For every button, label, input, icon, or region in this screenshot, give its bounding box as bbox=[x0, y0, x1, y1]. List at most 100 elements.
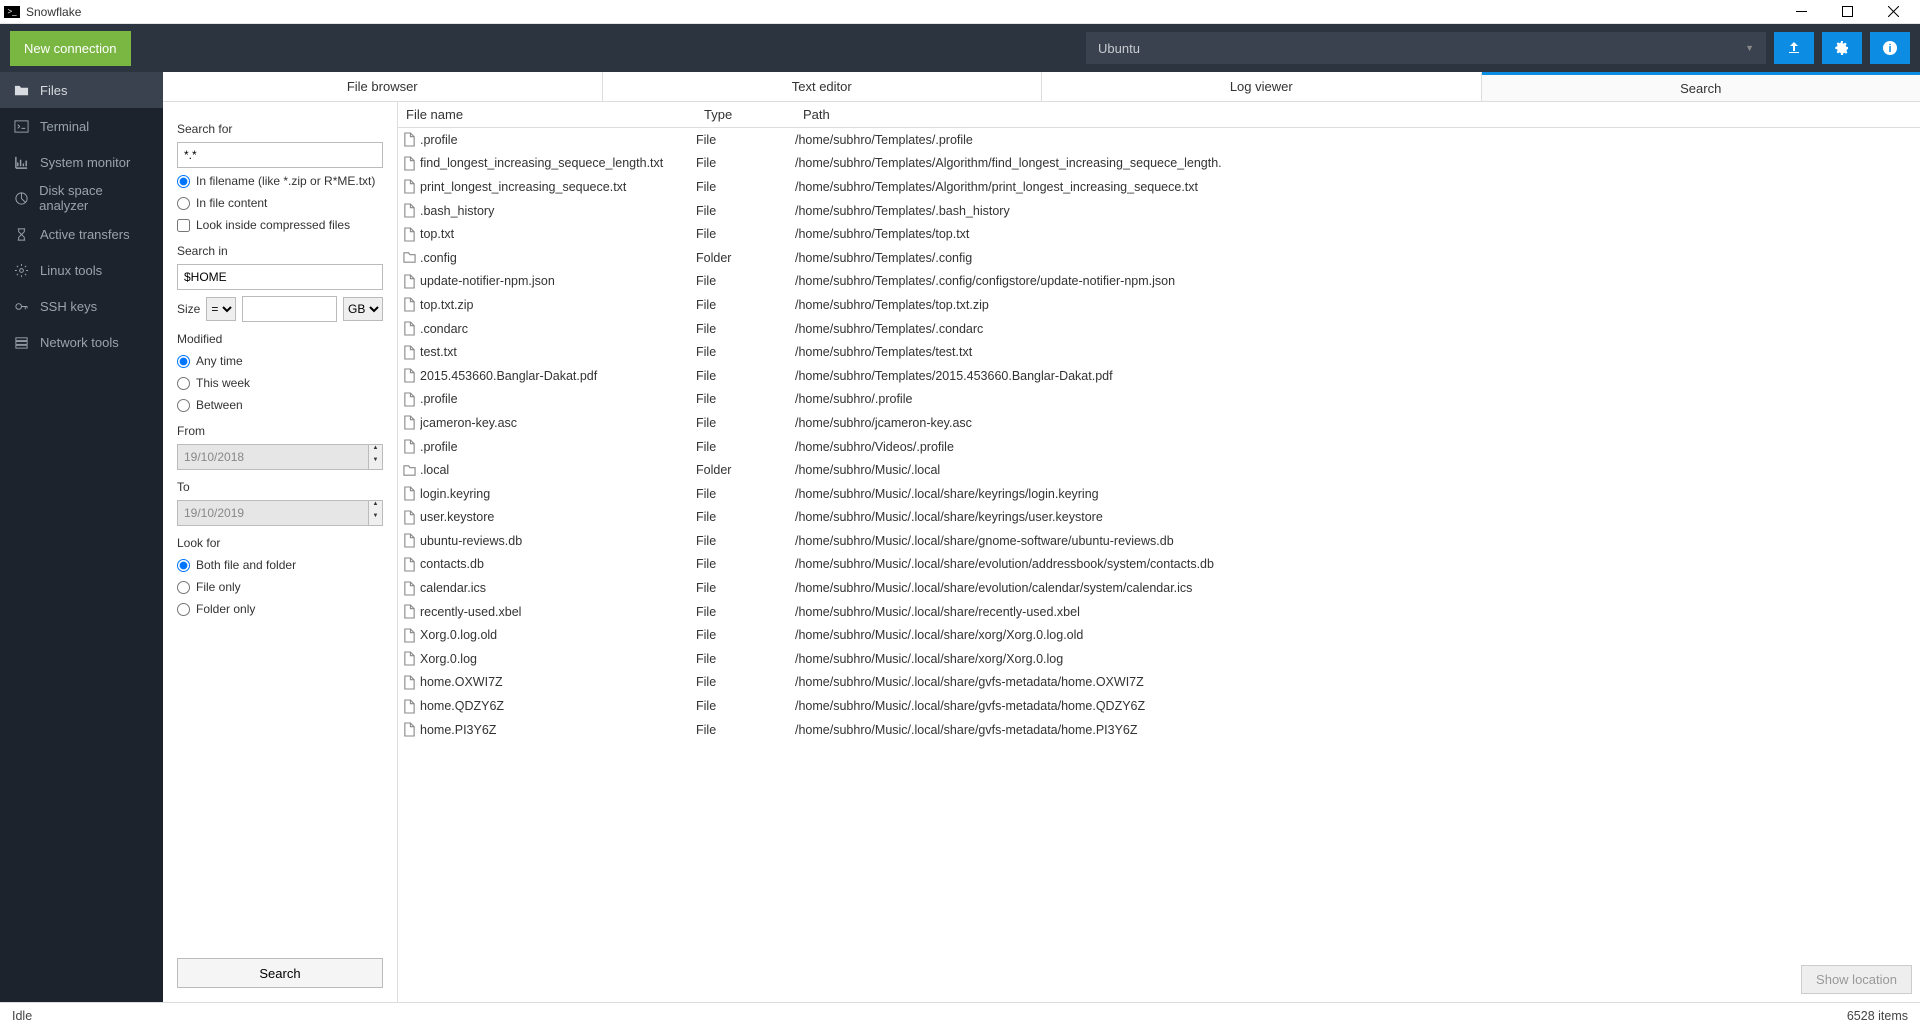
table-row[interactable]: print_longest_increasing_sequece.txtFile… bbox=[398, 175, 1920, 199]
file-icon bbox=[398, 722, 420, 737]
file-name-cell: .condarc bbox=[420, 322, 696, 336]
table-row[interactable]: calendar.icsFile/home/subhro/Music/.loca… bbox=[398, 576, 1920, 600]
session-dropdown[interactable]: Ubuntu ▼ bbox=[1086, 32, 1766, 64]
table-row[interactable]: home.OXWI7ZFile/home/subhro/Music/.local… bbox=[398, 671, 1920, 695]
sidebar-item-system-monitor[interactable]: System monitor bbox=[0, 144, 163, 180]
file-icon bbox=[398, 415, 420, 430]
sidebar-item-network-tools[interactable]: Network tools bbox=[0, 324, 163, 360]
sidebar-item-linux-tools[interactable]: Linux tools bbox=[0, 252, 163, 288]
table-row[interactable]: Xorg.0.log.oldFile/home/subhro/Music/.lo… bbox=[398, 623, 1920, 647]
table-row[interactable]: home.PI3Y6ZFile/home/subhro/Music/.local… bbox=[398, 718, 1920, 742]
file-type-cell: File bbox=[696, 227, 795, 241]
sidebar-item-active-transfers[interactable]: Active transfers bbox=[0, 216, 163, 252]
table-row[interactable]: find_longest_increasing_sequece_length.t… bbox=[398, 152, 1920, 176]
table-row[interactable]: top.txt.zipFile/home/subhro/Templates/to… bbox=[398, 293, 1920, 317]
radio-in-file-content[interactable]: In file content bbox=[177, 196, 383, 210]
radio-modified-between[interactable]: Between bbox=[177, 398, 383, 412]
file-path-cell: /home/subhro/Templates/top.txt.zip bbox=[795, 298, 1920, 312]
table-row[interactable]: .bash_historyFile/home/subhro/Templates/… bbox=[398, 199, 1920, 223]
file-icon bbox=[398, 368, 420, 383]
file-path-cell: /home/subhro/Music/.local/share/gnome-so… bbox=[795, 534, 1920, 548]
tab-text-editor[interactable]: Text editor bbox=[603, 72, 1043, 101]
file-icon bbox=[398, 604, 420, 619]
file-type-cell: File bbox=[696, 416, 795, 430]
upload-button[interactable] bbox=[1774, 32, 1814, 64]
radio-modified-this-week[interactable]: This week bbox=[177, 376, 383, 390]
close-button[interactable] bbox=[1870, 0, 1916, 24]
file-path-cell: /home/subhro/.profile bbox=[795, 392, 1920, 406]
column-file-name[interactable]: File name bbox=[398, 107, 696, 122]
table-row[interactable]: Xorg.0.logFile/home/subhro/Music/.local/… bbox=[398, 647, 1920, 671]
file-type-cell: File bbox=[696, 723, 795, 737]
checkbox-look-inside-compressed[interactable]: Look inside compressed files bbox=[177, 218, 383, 232]
table-row[interactable]: login.keyringFile/home/subhro/Music/.loc… bbox=[398, 482, 1920, 506]
table-row[interactable]: home.QDZY6ZFile/home/subhro/Music/.local… bbox=[398, 694, 1920, 718]
file-name-cell: home.OXWI7Z bbox=[420, 675, 696, 689]
file-path-cell: /home/subhro/Music/.local/share/xorg/Xor… bbox=[795, 628, 1920, 642]
new-connection-button[interactable]: New connection bbox=[10, 31, 131, 66]
settings-button[interactable] bbox=[1822, 32, 1862, 64]
minimize-button[interactable] bbox=[1778, 0, 1824, 24]
table-row[interactable]: 2015.453660.Banglar-Dakat.pdfFile/home/s… bbox=[398, 364, 1920, 388]
table-row[interactable]: test.txtFile/home/subhro/Templates/test.… bbox=[398, 340, 1920, 364]
table-row[interactable]: contacts.dbFile/home/subhro/Music/.local… bbox=[398, 553, 1920, 577]
radio-modified-any[interactable]: Any time bbox=[177, 354, 383, 368]
file-path-cell: /home/subhro/Music/.local/share/evolutio… bbox=[795, 581, 1920, 595]
table-row[interactable]: user.keystoreFile/home/subhro/Music/.loc… bbox=[398, 506, 1920, 530]
tab-file-browser[interactable]: File browser bbox=[163, 72, 603, 101]
table-row[interactable]: recently-used.xbelFile/home/subhro/Music… bbox=[398, 600, 1920, 624]
file-name-cell: jcameron-key.asc bbox=[420, 416, 696, 430]
search-in-input[interactable] bbox=[177, 264, 383, 290]
file-icon bbox=[398, 203, 420, 218]
file-name-cell: print_longest_increasing_sequece.txt bbox=[420, 180, 696, 194]
file-type-cell: File bbox=[696, 156, 795, 170]
app-icon: >_ bbox=[4, 6, 20, 18]
sidebar-item-disk-space[interactable]: Disk space analyzer bbox=[0, 180, 163, 216]
table-row[interactable]: .profileFile/home/subhro/Videos/.profile bbox=[398, 435, 1920, 459]
file-name-cell: calendar.ics bbox=[420, 581, 696, 595]
results-rows[interactable]: .profileFile/home/subhro/Templates/.prof… bbox=[398, 128, 1920, 957]
table-row[interactable]: .profileFile/home/subhro/Templates/.prof… bbox=[398, 128, 1920, 152]
table-row[interactable]: .configFolder/home/subhro/Templates/.con… bbox=[398, 246, 1920, 270]
table-row[interactable]: jcameron-key.ascFile/home/subhro/jcamero… bbox=[398, 411, 1920, 435]
file-path-cell: /home/subhro/Music/.local/share/recently… bbox=[795, 605, 1920, 619]
table-row[interactable]: .profileFile/home/subhro/.profile bbox=[398, 388, 1920, 412]
table-row[interactable]: update-notifier-npm.jsonFile/home/subhro… bbox=[398, 270, 1920, 294]
search-for-input[interactable] bbox=[177, 142, 383, 168]
sidebar-item-label: Active transfers bbox=[40, 227, 130, 242]
tab-log-viewer[interactable]: Log viewer bbox=[1042, 72, 1482, 101]
column-path[interactable]: Path bbox=[795, 107, 1920, 122]
file-type-cell: File bbox=[696, 487, 795, 501]
size-unit-select[interactable]: GB bbox=[343, 297, 383, 321]
item-count: 6528 items bbox=[1847, 1009, 1908, 1023]
file-path-cell: /home/subhro/Music/.local/share/gvfs-met… bbox=[795, 699, 1920, 713]
info-button[interactable]: i bbox=[1870, 32, 1910, 64]
sidebar-item-terminal[interactable]: Terminal bbox=[0, 108, 163, 144]
maximize-button[interactable] bbox=[1824, 0, 1870, 24]
file-type-cell: Folder bbox=[696, 463, 795, 477]
size-operator-select[interactable]: = bbox=[206, 297, 236, 321]
radio-look-for-both[interactable]: Both file and folder bbox=[177, 558, 383, 572]
column-type[interactable]: Type bbox=[696, 107, 795, 122]
table-row[interactable]: top.txtFile/home/subhro/Templates/top.tx… bbox=[398, 222, 1920, 246]
table-row[interactable]: .localFolder/home/subhro/Music/.local bbox=[398, 458, 1920, 482]
tab-search[interactable]: Search bbox=[1482, 72, 1920, 101]
sidebar-item-ssh-keys[interactable]: SSH keys bbox=[0, 288, 163, 324]
radio-in-filename[interactable]: In filename (like *.zip or R*ME.txt) bbox=[177, 174, 383, 188]
sidebar-item-files[interactable]: Files bbox=[0, 72, 163, 108]
show-location-button[interactable]: Show location bbox=[1801, 965, 1912, 994]
radio-look-for-file-only[interactable]: File only bbox=[177, 580, 383, 594]
file-name-cell: .local bbox=[420, 463, 696, 477]
to-label: To bbox=[177, 480, 383, 494]
file-icon bbox=[398, 132, 420, 147]
status-text: Idle bbox=[12, 1009, 32, 1023]
to-spinner: ▲▼ bbox=[369, 500, 383, 526]
file-path-cell: /home/subhro/Music/.local/share/gvfs-met… bbox=[795, 723, 1920, 737]
size-value-input[interactable] bbox=[242, 296, 337, 322]
search-button[interactable]: Search bbox=[177, 958, 383, 988]
table-row[interactable]: .condarcFile/home/subhro/Templates/.cond… bbox=[398, 317, 1920, 341]
file-type-cell: File bbox=[696, 581, 795, 595]
table-row[interactable]: ubuntu-reviews.dbFile/home/subhro/Music/… bbox=[398, 529, 1920, 553]
radio-look-for-folder-only[interactable]: Folder only bbox=[177, 602, 383, 616]
sidebar: Files Terminal System monitor Disk space… bbox=[0, 72, 163, 1002]
